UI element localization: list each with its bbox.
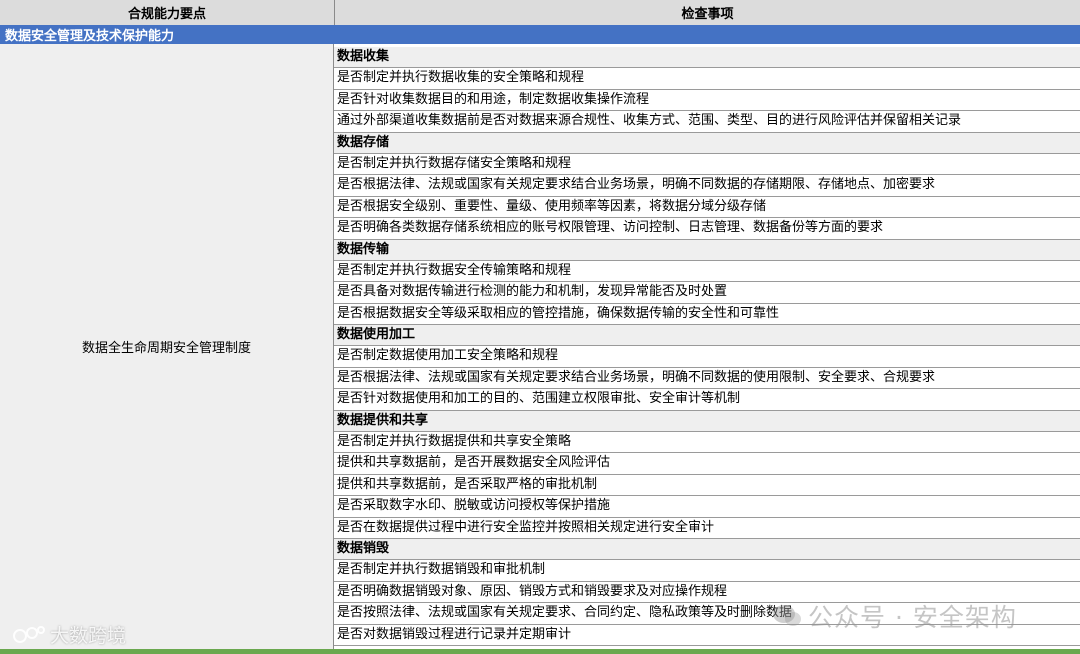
left-cell-text: 数据全生命周期安全管理制度: [81, 341, 251, 356]
brand-logo-icon: [13, 625, 45, 643]
check-item-row[interactable]: 通过外部渠道收集数据前是否对数据来源合规性、收集方式、范围、类型、目的进行风险评…: [334, 111, 1080, 133]
merged-left-cell[interactable]: 数据全生命周期安全管理制度: [0, 44, 334, 649]
check-item-row[interactable]: 是否根据法律、法规或国家有关规定要求结合业务场景，明确不同数据的使用限制、安全要…: [334, 368, 1080, 390]
check-item-row[interactable]: 是否在数据提供过程中进行安全监控并按照相关规定进行安全审计: [334, 518, 1080, 539]
check-item-row[interactable]: 是否制定并执行数据存储安全策略和规程: [334, 154, 1080, 176]
bottom-border: [0, 649, 1080, 654]
category-row[interactable]: 数据收集: [334, 47, 1080, 69]
header-compliance-point[interactable]: 合规能力要点: [0, 0, 335, 25]
watermark-left-text: 大数跨境: [50, 625, 127, 647]
category-row[interactable]: 数据存储: [334, 132, 1080, 154]
check-item-row[interactable]: 是否根据安全级别、重要性、量级、使用频率等因素，将数据分域分级存储: [334, 197, 1080, 219]
check-item-row[interactable]: 是否制定并执行数据安全传输策略和规程: [334, 261, 1080, 283]
check-item-row[interactable]: 是否制定并执行数据销毁和审批机制: [334, 560, 1080, 582]
watermark-right-text: 公众号 · 安全架构: [808, 603, 1017, 632]
check-item-row[interactable]: 是否根据法律、法规或国家有关规定要求结合业务场景，明确不同数据的存储期限、存储地…: [334, 175, 1080, 197]
check-item-row[interactable]: 是否明确各类数据存储系统相应的账号权限管理、访问控制、日志管理、数据备份等方面的…: [334, 218, 1080, 240]
category-row[interactable]: 数据传输: [334, 239, 1080, 261]
table-header: 合规能力要点 检查事项: [0, 0, 1080, 26]
check-item-row[interactable]: 是否制定并执行数据提供和共享安全策略: [334, 432, 1080, 454]
category-row[interactable]: 数据使用加工: [334, 325, 1080, 347]
check-item-row[interactable]: 是否具备对数据传输进行检测的能力和机制，发现异常能否及时处置: [334, 282, 1080, 304]
check-item-row[interactable]: 是否针对数据使用和加工的目的、范围建立权限审批、安全审计等机制: [334, 389, 1080, 411]
watermark-right: 公众号 · 安全架构: [772, 598, 1017, 634]
check-item-row[interactable]: 是否针对收集数据目的和用途，制定数据收集操作流程: [334, 90, 1080, 112]
watermark-left: 大数跨境: [12, 621, 126, 648]
check-item-rows: 数据收集 是否制定并执行数据收集的安全策略和规程 是否针对收集数据目的和用途，制定数…: [334, 47, 1080, 646]
wechat-icon: [773, 605, 801, 626]
header-check-items[interactable]: 检查事项: [335, 0, 1080, 25]
check-item-row[interactable]: 是否采取数字水印、脱敏或访问授权等保护措施: [334, 496, 1080, 518]
section-title[interactable]: 数据安全管理及技术保护能力: [0, 25, 1080, 44]
check-item-row[interactable]: 是否制定并执行数据收集的安全策略和规程: [334, 68, 1080, 90]
check-item-row[interactable]: 是否制定数据使用加工安全策略和规程: [334, 346, 1080, 368]
category-row[interactable]: 数据提供和共享: [334, 410, 1080, 433]
check-item-row[interactable]: 提供和共享数据前，是否采取严格的审批机制: [334, 475, 1080, 497]
check-item-row[interactable]: 提供和共享数据前，是否开展数据安全风险评估: [334, 453, 1080, 475]
spreadsheet: 合规能力要点 检查事项 数据安全管理及技术保护能力 数据全生命周期安全管理制度 …: [0, 0, 1080, 654]
category-row[interactable]: 数据销毁: [334, 538, 1080, 561]
check-item-row[interactable]: 是否根据数据安全等级采取相应的管控措施，确保数据传输的安全性和可靠性: [334, 304, 1080, 326]
